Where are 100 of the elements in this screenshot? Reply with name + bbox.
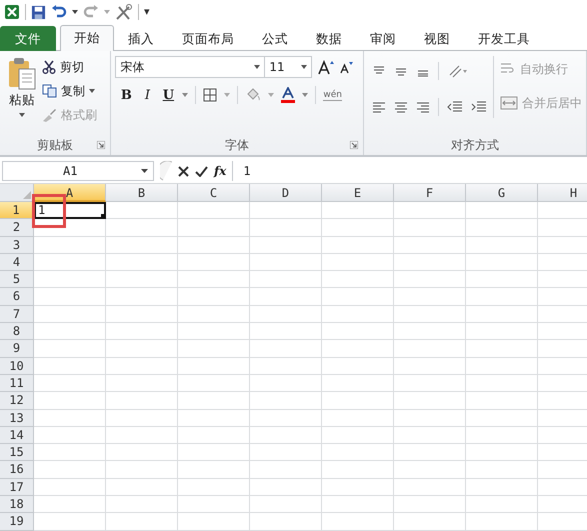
table-cell[interactable] bbox=[466, 340, 538, 358]
table-cell[interactable] bbox=[34, 478, 106, 496]
table-cell[interactable]: 1 bbox=[34, 202, 106, 220]
align-center-icon[interactable] bbox=[394, 101, 408, 113]
ribbon-tab[interactable]: 开发工具 bbox=[464, 26, 544, 51]
bold-button[interactable]: B bbox=[119, 88, 134, 102]
table-cell[interactable] bbox=[394, 461, 466, 479]
table-cell[interactable] bbox=[322, 461, 394, 479]
table-cell[interactable] bbox=[178, 236, 250, 254]
table-cell[interactable] bbox=[34, 323, 106, 340]
row-header[interactable]: 5 bbox=[0, 271, 34, 288]
column-header[interactable]: C bbox=[178, 184, 250, 202]
table-cell[interactable] bbox=[394, 254, 466, 272]
table-cell[interactable] bbox=[466, 461, 538, 479]
table-cell[interactable] bbox=[106, 513, 178, 531]
table-cell[interactable] bbox=[394, 374, 466, 392]
table-cell[interactable] bbox=[466, 496, 538, 514]
table-cell[interactable] bbox=[106, 288, 178, 306]
table-cell[interactable] bbox=[322, 306, 394, 324]
table-cell[interactable] bbox=[250, 513, 322, 531]
table-cell[interactable] bbox=[34, 271, 106, 288]
table-cell[interactable] bbox=[322, 513, 394, 531]
italic-button[interactable]: I bbox=[140, 88, 154, 102]
fill-handle[interactable] bbox=[101, 214, 106, 220]
table-cell[interactable] bbox=[466, 392, 538, 410]
table-cell[interactable] bbox=[322, 374, 394, 392]
font-color-icon[interactable] bbox=[281, 87, 296, 103]
table-cell[interactable] bbox=[178, 496, 250, 514]
table-cell[interactable] bbox=[394, 478, 466, 496]
table-cell[interactable] bbox=[250, 461, 322, 479]
table-cell[interactable] bbox=[250, 306, 322, 324]
table-cell[interactable] bbox=[34, 288, 106, 306]
table-cell[interactable] bbox=[106, 426, 178, 444]
table-cell[interactable] bbox=[250, 254, 322, 272]
table-cell[interactable] bbox=[322, 323, 394, 340]
table-cell[interactable] bbox=[106, 323, 178, 340]
table-cell[interactable] bbox=[322, 236, 394, 254]
table-cell[interactable] bbox=[34, 374, 106, 392]
table-cell[interactable] bbox=[178, 219, 250, 237]
fill-bucket-icon[interactable] bbox=[245, 88, 262, 102]
table-cell[interactable] bbox=[394, 340, 466, 358]
table-cell[interactable] bbox=[394, 444, 466, 462]
table-cell[interactable] bbox=[34, 219, 106, 237]
underline-button[interactable]: U bbox=[161, 88, 176, 102]
table-cell[interactable] bbox=[394, 288, 466, 306]
table-cell[interactable] bbox=[250, 392, 322, 410]
phonetic-guide-button[interactable]: wén bbox=[323, 90, 342, 100]
table-cell[interactable] bbox=[106, 358, 178, 375]
table-cell[interactable] bbox=[178, 254, 250, 272]
table-cell[interactable] bbox=[394, 202, 466, 220]
table-cell[interactable] bbox=[34, 461, 106, 479]
insert-function-button[interactable]: fx bbox=[214, 164, 226, 178]
table-cell[interactable] bbox=[322, 288, 394, 306]
table-cell[interactable] bbox=[178, 288, 250, 306]
table-cell[interactable] bbox=[466, 254, 538, 272]
ribbon-tab[interactable]: 审阅 bbox=[356, 26, 410, 51]
row-header[interactable]: 2 bbox=[0, 219, 34, 237]
spreadsheet-app-icon[interactable] bbox=[4, 4, 20, 20]
table-cell[interactable] bbox=[394, 236, 466, 254]
table-cell[interactable] bbox=[466, 271, 538, 288]
redo-icon[interactable] bbox=[83, 5, 99, 19]
table-cell[interactable] bbox=[34, 410, 106, 427]
table-cell[interactable] bbox=[178, 374, 250, 392]
text-orientation-icon[interactable] bbox=[447, 64, 467, 78]
table-cell[interactable] bbox=[250, 271, 322, 288]
table-cell[interactable] bbox=[106, 392, 178, 410]
table-cell[interactable] bbox=[466, 306, 538, 324]
column-header[interactable]: E bbox=[322, 184, 394, 202]
row-header[interactable]: 1 bbox=[0, 202, 34, 220]
table-cell[interactable] bbox=[322, 426, 394, 444]
table-cell[interactable] bbox=[394, 306, 466, 324]
table-cell[interactable] bbox=[322, 202, 394, 220]
font-size-dropdown[interactable]: 11 bbox=[264, 56, 312, 78]
table-cell[interactable] bbox=[106, 306, 178, 324]
align-left-icon[interactable] bbox=[372, 101, 386, 113]
borders-icon[interactable] bbox=[203, 88, 218, 102]
table-cell[interactable] bbox=[466, 374, 538, 392]
table-cell[interactable] bbox=[394, 219, 466, 237]
table-cell[interactable] bbox=[466, 323, 538, 340]
table-cell[interactable] bbox=[466, 444, 538, 462]
ribbon-tab[interactable]: 插入 bbox=[114, 26, 168, 51]
table-cell[interactable] bbox=[250, 358, 322, 375]
table-cell[interactable] bbox=[322, 254, 394, 272]
row-header[interactable]: 6 bbox=[0, 288, 34, 306]
table-cell[interactable] bbox=[106, 478, 178, 496]
table-cell[interactable] bbox=[178, 461, 250, 479]
copy-button[interactable]: 复制 bbox=[42, 80, 97, 102]
row-header[interactable]: 15 bbox=[0, 444, 34, 462]
table-cell[interactable] bbox=[106, 219, 178, 237]
customize-toolbar-button[interactable]: ▾ bbox=[144, 5, 150, 19]
table-cell[interactable] bbox=[394, 271, 466, 288]
table-cell[interactable] bbox=[322, 478, 394, 496]
table-cell[interactable] bbox=[34, 340, 106, 358]
table-cell[interactable] bbox=[322, 410, 394, 427]
table-cell[interactable] bbox=[250, 444, 322, 462]
align-right-icon[interactable] bbox=[416, 101, 430, 113]
table-cell[interactable] bbox=[250, 219, 322, 237]
select-all-corner[interactable] bbox=[0, 184, 34, 202]
dialog-launcher-icon[interactable] bbox=[97, 141, 106, 149]
column-header[interactable]: B bbox=[106, 184, 178, 202]
